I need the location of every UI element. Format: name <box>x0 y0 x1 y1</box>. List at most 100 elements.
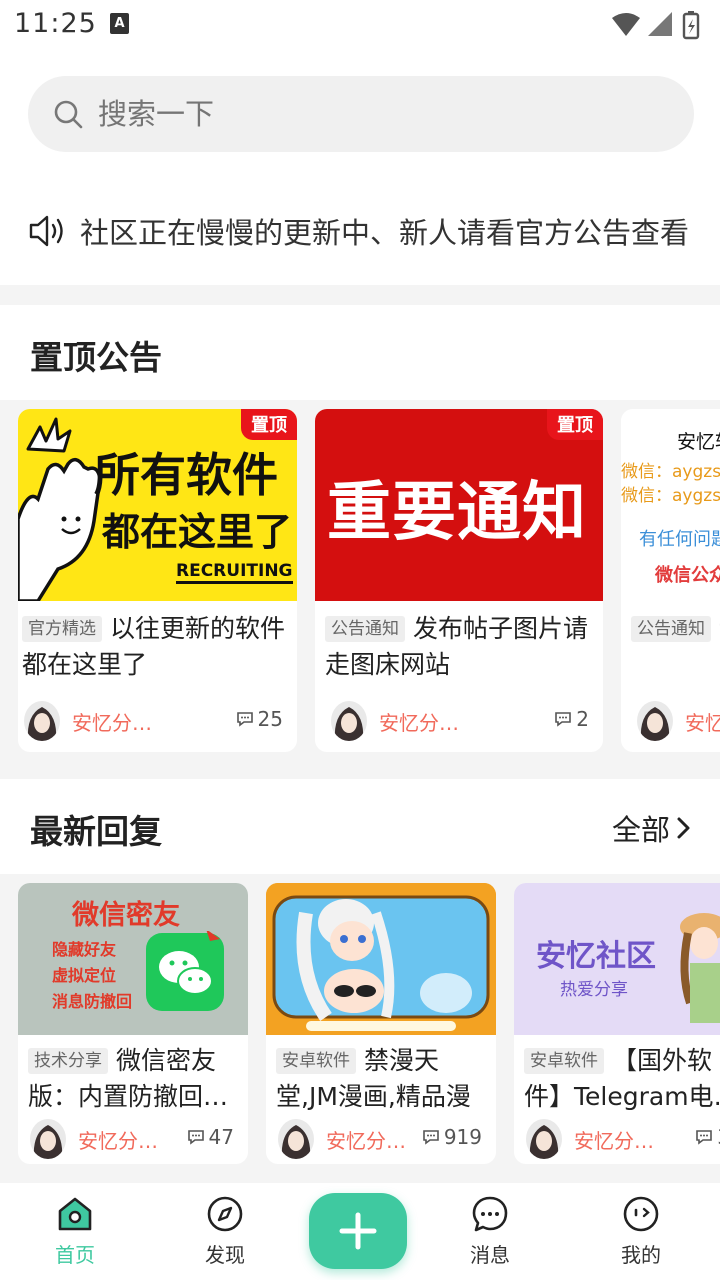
post-tag: 官方精选 <box>22 616 102 642</box>
comment-count-value: 2 <box>576 707 589 731</box>
thumbnail-line: 有任何问题 <box>639 529 720 550</box>
tab-discover[interactable]: 发现 <box>180 1195 270 1268</box>
status-icons <box>612 11 700 40</box>
pinned-badge: 置顶 <box>241 409 297 440</box>
view-all-label: 全部 <box>611 813 670 847</box>
thumbnail-subline: 都在这里了 <box>102 510 293 554</box>
thumbnail-subline: 热爱分享 <box>560 980 628 1000</box>
comment-count: 919 <box>422 1125 482 1149</box>
battery-icon <box>682 11 700 40</box>
tab-label: 消息 <box>470 1243 510 1267</box>
author-name[interactable]: 安忆 <box>685 707 720 736</box>
pinned-card[interactable]: 重要通知 置顶 公告通知 发布帖子图片请走图床网站 安忆分… 2 <box>315 409 603 752</box>
pinned-card[interactable]: 所有软件 都在这里了 RECRUITING 置顶 官方精选 以往更新的软件都在这里… <box>18 409 297 752</box>
post-thumbnail: 所有软件 都在这里了 RECRUITING 置顶 <box>18 409 297 601</box>
avatar[interactable] <box>24 701 60 741</box>
thumbnail-feature: 消息防撤回 <box>52 992 133 1011</box>
tab-label: 首页 <box>55 1243 95 1267</box>
latest-card-list[interactable]: 微信密友 隐藏好友 虚拟定位 消息防撤回 技术分享 微信密友版：内置防撤回… 安忆… <box>0 874 720 1174</box>
create-post-button[interactable] <box>309 1193 407 1269</box>
comment-icon <box>187 1130 204 1145</box>
thumbnail-feature: 虚拟定位 <box>52 966 117 985</box>
comment-icon <box>555 712 572 727</box>
latest-card[interactable]: 安卓软件禁漫天堂,JM漫画,精品漫画… 安忆分… 919 <box>266 883 496 1164</box>
latest-card[interactable]: 微信密友 隐藏好友 虚拟定位 消息防撤回 技术分享 微信密友版：内置防撤回… 安忆… <box>18 883 248 1164</box>
tab-label: 我的 <box>621 1243 661 1267</box>
view-all-link[interactable]: 全部 <box>612 807 692 849</box>
wechat-logo <box>146 931 224 1011</box>
thumbnail-tag: RECRUITING <box>176 561 293 584</box>
girl-illustration <box>680 913 720 1023</box>
notice-marquee[interactable]: 社区正在慢慢的更新中、新人请看官方公告查看 <box>28 207 720 255</box>
author-name[interactable]: 安忆分… <box>72 707 152 736</box>
post-title: 公告通知 发布帖子图片请走图床网站 <box>325 611 603 683</box>
comment-count: 25 <box>236 707 283 731</box>
speaker-icon <box>29 215 63 247</box>
home-icon <box>58 1197 92 1231</box>
search-input[interactable] <box>98 76 658 152</box>
latest-section-header: 最新回复 全部 <box>0 779 720 874</box>
pinned-badge: 置顶 <box>547 409 603 440</box>
thumbnail-headline: 重要通知 <box>327 476 587 550</box>
section-title: 置顶公告 <box>30 338 162 377</box>
post-tag: 公告通知 <box>325 616 405 642</box>
avatar[interactable] <box>278 1119 314 1159</box>
author-name[interactable]: 安忆分… <box>379 707 459 736</box>
post-footer: 安忆 <box>635 701 720 741</box>
section-title: 最新回复 <box>30 812 162 851</box>
post-title: 公告通知频道 <box>631 611 720 683</box>
avatar[interactable] <box>637 701 673 741</box>
thumbnail-headline: 安忆软 <box>677 431 720 453</box>
author-name[interactable]: 安忆分… <box>78 1125 158 1154</box>
post-tag: 公告通知 <box>631 616 711 642</box>
chat-icon <box>472 1196 508 1232</box>
comment-icon <box>423 1130 439 1145</box>
tab-messages[interactable]: 消息 <box>445 1195 535 1268</box>
search-bar[interactable] <box>28 76 694 152</box>
post-title: 安卓软件 【国外软件】Telegram电… <box>524 1043 720 1115</box>
thumbnail-headline: 所有软件 <box>94 448 278 502</box>
post-thumbnail: 安忆软 微信：aygzs4 微信：aygzs4 有任何问题 微信公众 <box>621 409 720 601</box>
keyboard-indicator-icon: A <box>110 13 129 34</box>
thumbnail-line: 微信：aygzs4 <box>621 486 720 506</box>
post-tag: 安卓软件 <box>524 1048 604 1074</box>
tab-home[interactable]: 首页 <box>30 1195 120 1268</box>
compass-icon <box>207 1196 243 1232</box>
post-tag: 技术分享 <box>28 1048 108 1074</box>
post-footer: 安忆分… 25 <box>22 701 287 741</box>
thumbnail-features: 隐藏好友 虚拟定位 消息防撤回 <box>52 937 132 1015</box>
avatar[interactable] <box>526 1119 562 1159</box>
post-title: 安卓软件禁漫天堂,JM漫画,精品漫画… <box>276 1043 491 1115</box>
comment-icon <box>236 712 253 727</box>
thumbnail-feature: 隐藏好友 <box>52 940 117 959</box>
pinned-card[interactable]: 安忆软 微信：aygzs4 微信：aygzs4 有任何问题 微信公众 公告通知频… <box>621 409 720 752</box>
post-footer: 安忆分… 919 <box>276 1119 486 1159</box>
notice-text: 社区正在慢慢的更新中、新人请看官方公告查看 <box>80 216 690 250</box>
status-bar: 11:25 A <box>0 0 720 52</box>
post-footer: 安忆分… 2 <box>329 701 593 741</box>
post-footer: 安忆分… 47 <box>28 1119 238 1159</box>
comment-count: 47 <box>187 1125 234 1149</box>
latest-card[interactable]: 安忆社区 热爱分享 安卓软件【国外软件】Telegram电… 安忆分… 3 <box>514 883 720 1164</box>
bottom-tab-bar: 首页 发现 消息 我的 <box>0 1183 720 1280</box>
pinned-section-header: 置顶公告 <box>0 305 720 400</box>
thumbnail-line: 微信公众 <box>655 565 720 586</box>
plus-icon <box>339 1212 377 1250</box>
author-name[interactable]: 安忆分… <box>326 1125 406 1154</box>
post-title: 官方精选 以往更新的软件都在这里了 <box>22 611 292 683</box>
post-thumbnail: 微信密友 隐藏好友 虚拟定位 消息防撤回 <box>18 883 248 1035</box>
comment-icon <box>696 1130 713 1145</box>
avatar[interactable] <box>30 1119 66 1159</box>
avatar[interactable] <box>331 701 367 741</box>
tab-label: 发现 <box>205 1243 245 1267</box>
pinned-card-list[interactable]: 所有软件 都在这里了 RECRUITING 置顶 官方精选 以往更新的软件都在这里… <box>0 400 720 760</box>
post-tag: 安卓软件 <box>276 1048 356 1074</box>
comment-count-value: 919 <box>443 1125 482 1149</box>
post-thumbnail: 安忆社区 热爱分享 <box>514 883 720 1035</box>
tab-profile[interactable]: 我的 <box>596 1195 686 1268</box>
author-name[interactable]: 安忆分… <box>574 1125 654 1154</box>
comment-count: 3 <box>695 1125 720 1149</box>
signal-icon <box>648 12 672 36</box>
chevron-right-icon <box>677 817 690 839</box>
search-icon <box>54 100 83 129</box>
